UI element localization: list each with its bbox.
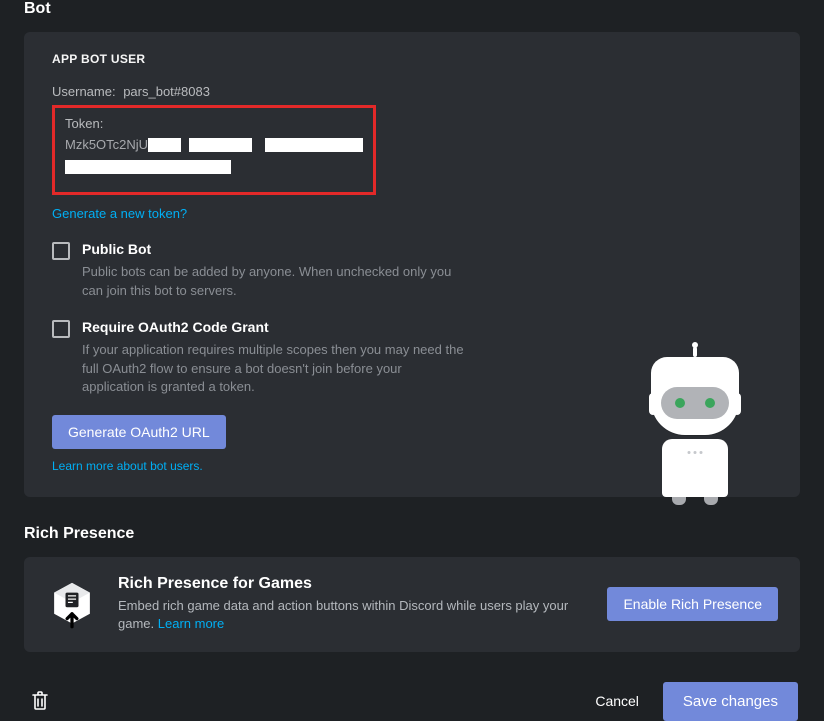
rich-presence-icon xyxy=(46,578,98,630)
save-changes-button[interactable]: Save changes xyxy=(663,682,798,721)
robot-illustration xyxy=(640,347,750,497)
username-value: pars_bot#8083 xyxy=(123,84,210,99)
redaction-bar xyxy=(148,138,181,152)
oauth2-grant-title: Require OAuth2 Code Grant xyxy=(82,319,467,335)
oauth2-grant-desc: If your application requires multiple sc… xyxy=(82,341,467,398)
redaction-bar xyxy=(265,138,363,152)
public-bot-title: Public Bot xyxy=(82,241,467,257)
token-line-2 xyxy=(65,160,363,174)
rich-presence-card: Rich Presence for Games Embed rich game … xyxy=(24,557,800,651)
public-bot-row: Public Bot Public bots can be added by a… xyxy=(52,241,772,301)
card-header: APP BOT USER xyxy=(52,52,772,66)
username-row: Username: pars_bot#8083 xyxy=(52,84,772,99)
generate-token-link[interactable]: Generate a new token? xyxy=(52,206,187,221)
generate-oauth2-url-button[interactable]: Generate OAuth2 URL xyxy=(52,415,226,449)
public-bot-checkbox[interactable] xyxy=(52,242,70,260)
trash-icon xyxy=(30,689,50,711)
rich-presence-learn-more-link[interactable]: Learn more xyxy=(158,616,224,631)
section-title-rich-presence: Rich Presence xyxy=(24,525,800,543)
username-label: Username: xyxy=(52,84,116,99)
redaction-bar xyxy=(65,160,231,174)
token-prefix: Mzk5OTc2NjU xyxy=(65,137,148,152)
footer: Cancel Save changes xyxy=(24,682,800,721)
bot-card: APP BOT USER Username: pars_bot#8083 Tok… xyxy=(24,32,800,497)
redaction-bar xyxy=(189,138,252,152)
token-highlight-box: Token: Mzk5OTc2NjU xyxy=(52,105,376,195)
token-label: Token: xyxy=(65,116,363,131)
token-line-1: Mzk5OTc2NjU xyxy=(65,137,363,152)
oauth2-grant-checkbox[interactable] xyxy=(52,320,70,338)
rich-presence-title: Rich Presence for Games xyxy=(118,575,587,593)
delete-button[interactable] xyxy=(26,685,54,718)
enable-rich-presence-button[interactable]: Enable Rich Presence xyxy=(607,587,778,621)
section-title-bot: Bot xyxy=(24,0,800,18)
public-bot-desc: Public bots can be added by anyone. When… xyxy=(82,263,467,301)
rich-presence-desc: Embed rich game data and action buttons … xyxy=(118,597,587,633)
cancel-button[interactable]: Cancel xyxy=(579,684,655,718)
